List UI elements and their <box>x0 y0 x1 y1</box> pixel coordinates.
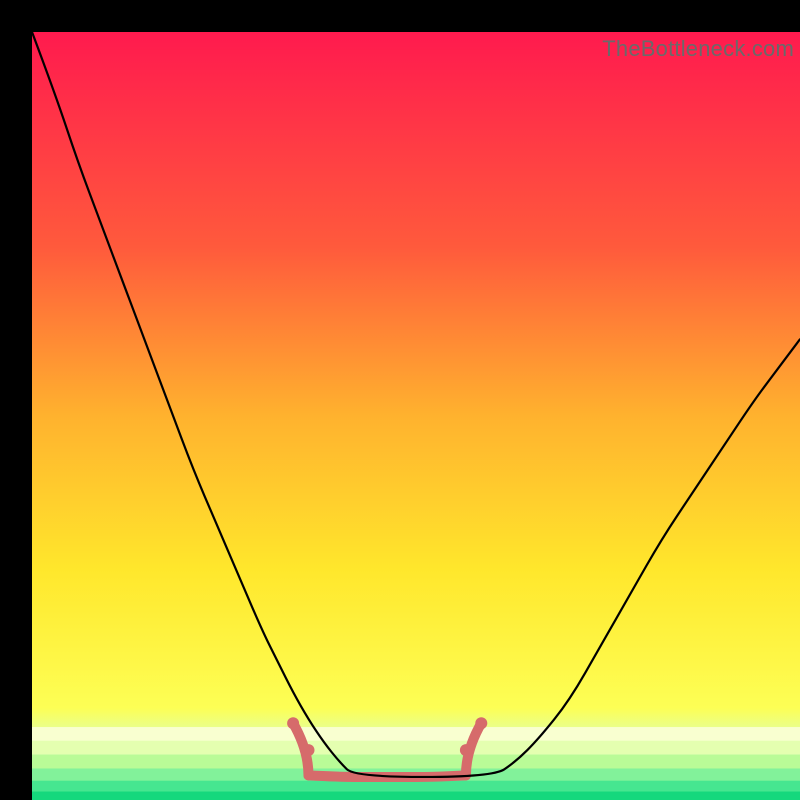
background-stripe <box>32 741 800 755</box>
chart-frame: TheBottleneck.com <box>0 0 800 800</box>
chart-plot-area: TheBottleneck.com <box>32 32 800 800</box>
background-stripe <box>32 727 800 741</box>
gradient-background <box>32 32 800 800</box>
watermark-text: TheBottleneck.com <box>602 36 794 62</box>
chart-svg <box>32 32 800 800</box>
background-stripe <box>32 755 800 769</box>
background-stripe <box>32 792 800 800</box>
background-stripe <box>32 781 800 792</box>
